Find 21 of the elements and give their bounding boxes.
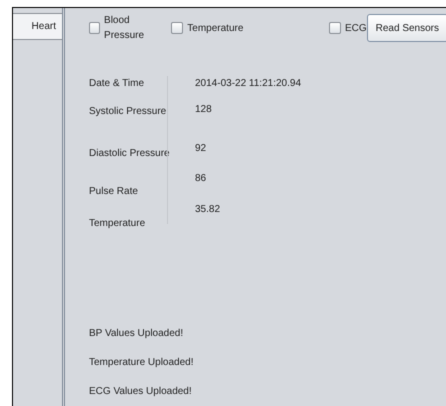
checkbox[interactable]	[89, 22, 100, 34]
checkbox-label[interactable]: Temperature	[187, 20, 244, 36]
checkbox[interactable]	[328, 22, 341, 34]
field-label: Temperature	[89, 217, 146, 231]
field-value: 128	[195, 103, 213, 118]
field-label: Diastolic Pressure	[89, 147, 167, 161]
field-value: 2014-03-22 11:21:20.94	[195, 77, 302, 91]
checkbox-label[interactable]: ECG	[344, 20, 367, 36]
checkbox-label[interactable]: Blood Pressure	[104, 13, 166, 43]
field-label: Pulse Rate	[89, 185, 139, 199]
side-tab[interactable]: Heart	[13, 13, 62, 40]
status-message: Temperature Uploaded!	[89, 356, 195, 370]
status-message: BP Values Uploaded!	[89, 327, 184, 341]
checkbox[interactable]	[171, 22, 184, 34]
field-label: Systolic Pressure	[89, 105, 167, 119]
status-message: ECG Values Uploaded!	[89, 385, 193, 399]
field-value: 92	[195, 142, 208, 156]
field-value: 86	[195, 172, 208, 186]
read-sensors-button[interactable]: Read Sensors	[366, 14, 446, 42]
field-value: 35.82	[195, 202, 222, 217]
field-label: Date & Time	[89, 77, 146, 91]
